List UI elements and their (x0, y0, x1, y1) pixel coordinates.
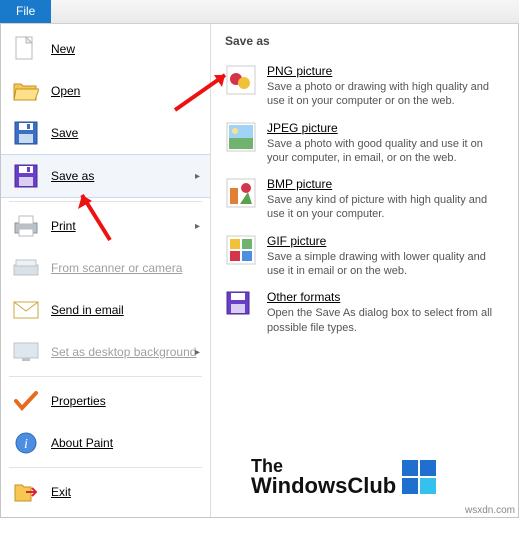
file-tab[interactable]: File (0, 0, 51, 23)
file-menu: New Open Save Save as Print (1, 24, 211, 517)
jpeg-icon (225, 121, 257, 153)
file-backstage: New Open Save Save as Print (0, 24, 519, 518)
menu-label: Save (51, 126, 78, 140)
format-gif[interactable]: GIF picture Save a simple drawing with l… (221, 228, 508, 285)
format-text: JPEG picture Save a photo with good qual… (267, 121, 504, 166)
format-desc: Save a photo with good quality and use i… (267, 137, 504, 166)
menu-properties[interactable]: Properties (1, 380, 210, 422)
windows-logo-icon (402, 460, 436, 494)
menu-label: Print (51, 219, 76, 233)
menu-about[interactable]: i About Paint (1, 422, 210, 464)
format-other[interactable]: Other formats Open the Save As dialog bo… (221, 284, 508, 341)
format-desc: Open the Save As dialog box to select fr… (267, 306, 504, 335)
format-png[interactable]: PNG picture Save a photo or drawing with… (221, 58, 508, 115)
svg-text:i: i (24, 437, 28, 452)
open-folder-icon (13, 78, 39, 104)
menu-label: Exit (51, 485, 71, 499)
menu-new[interactable]: New (1, 28, 210, 70)
new-file-icon (13, 36, 39, 62)
gif-icon (225, 234, 257, 266)
png-icon (225, 64, 257, 96)
format-title: JPEG picture (267, 121, 504, 135)
watermark-text: The WindowsClub (251, 457, 396, 497)
printer-icon (13, 213, 39, 239)
menu-desktop-bg: Set as desktop background (1, 331, 210, 373)
save-as-panel: Save as PNG picture Save a photo or draw… (211, 24, 518, 517)
info-icon: i (13, 430, 39, 456)
menu-label: Open (51, 84, 80, 98)
menu-divider (9, 376, 202, 377)
format-title: PNG picture (267, 64, 504, 78)
menu-email[interactable]: Send in email (1, 289, 210, 331)
format-desc: Save any kind of picture with high quali… (267, 193, 504, 222)
exit-icon (13, 479, 39, 505)
watermark: The WindowsClub (251, 457, 436, 497)
menu-save[interactable]: Save (1, 112, 210, 154)
ribbon-tab-bar: File (0, 0, 519, 24)
email-icon (13, 297, 39, 323)
format-title: Other formats (267, 290, 504, 304)
format-text: PNG picture Save a photo or drawing with… (267, 64, 504, 109)
menu-divider (9, 467, 202, 468)
menu-scanner: From scanner or camera (1, 247, 210, 289)
menu-label: Set as desktop background (51, 345, 196, 359)
credit-text: wsxdn.com (465, 505, 515, 516)
scanner-icon (13, 255, 39, 281)
format-jpeg[interactable]: JPEG picture Save a photo with good qual… (221, 115, 508, 172)
format-desc: Save a simple drawing with lower quality… (267, 250, 504, 279)
save-floppy-icon (13, 120, 39, 146)
format-bmp[interactable]: BMP picture Save any kind of picture wit… (221, 171, 508, 228)
format-desc: Save a photo or drawing with high qualit… (267, 80, 504, 109)
checkmark-icon (13, 388, 39, 414)
menu-label: From scanner or camera (51, 261, 182, 275)
format-text: Other formats Open the Save As dialog bo… (267, 290, 504, 335)
format-title: BMP picture (267, 177, 504, 191)
menu-label: New (51, 42, 75, 56)
menu-label: Properties (51, 394, 106, 408)
format-title: GIF picture (267, 234, 504, 248)
menu-open[interactable]: Open (1, 70, 210, 112)
panel-title: Save as (225, 34, 508, 48)
bmp-icon (225, 177, 257, 209)
menu-divider (9, 201, 202, 202)
menu-label: Send in email (51, 303, 124, 317)
format-text: GIF picture Save a simple drawing with l… (267, 234, 504, 279)
menu-label: Save as (51, 169, 94, 183)
menu-print[interactable]: Print (1, 205, 210, 247)
format-text: BMP picture Save any kind of picture wit… (267, 177, 504, 222)
menu-label: About Paint (51, 436, 113, 450)
menu-exit[interactable]: Exit (1, 471, 210, 513)
menu-save-as[interactable]: Save as (1, 154, 210, 198)
save-as-icon (13, 163, 39, 189)
other-formats-icon (225, 290, 257, 322)
desktop-icon (13, 339, 39, 365)
